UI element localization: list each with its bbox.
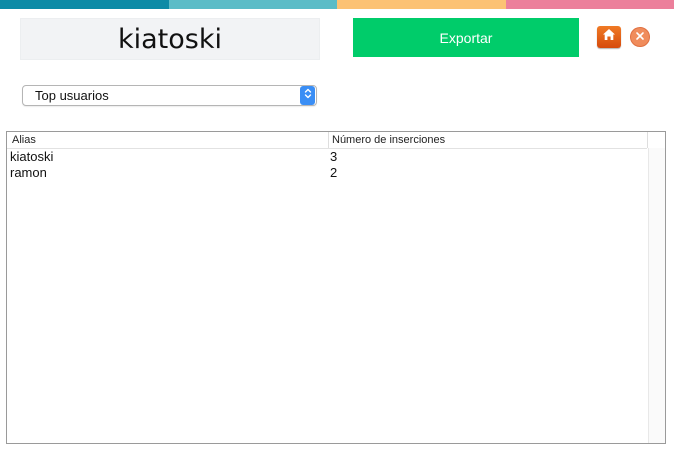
report-select[interactable]: Top usuarios xyxy=(22,85,317,106)
select-stepper[interactable] xyxy=(300,86,315,105)
color-strip xyxy=(0,0,674,9)
strip-segment-4 xyxy=(505,0,674,9)
export-button[interactable]: Exportar xyxy=(353,18,579,57)
cell-insertions: 3 xyxy=(330,149,338,164)
close-icon xyxy=(635,28,645,46)
strip-segment-2 xyxy=(168,0,337,9)
table-header: Alias Número de inserciones xyxy=(7,132,648,149)
header-end-divider xyxy=(647,132,648,148)
column-header-alias[interactable]: Alias xyxy=(12,132,36,148)
cell-alias: ramon xyxy=(10,165,47,180)
cell-alias: kiatoski xyxy=(10,149,54,164)
username-display: kiatoski xyxy=(20,18,320,60)
cell-insertions: 2 xyxy=(330,165,338,180)
strip-segment-3 xyxy=(337,0,506,9)
home-icon xyxy=(602,28,616,46)
close-button[interactable] xyxy=(630,27,650,47)
table-body: kiatoski 3 ramon 2 xyxy=(7,149,647,181)
table-row[interactable]: ramon 2 xyxy=(7,165,647,181)
table-row[interactable]: kiatoski 3 xyxy=(7,149,647,165)
strip-segment-1 xyxy=(0,0,169,9)
results-table: Alias Número de inserciones kiatoski 3 r… xyxy=(6,131,666,444)
column-header-insertions[interactable]: Número de inserciones xyxy=(332,132,445,148)
report-select-value: Top usuarios xyxy=(35,88,109,103)
chevron-updown-icon xyxy=(304,87,312,105)
home-button[interactable] xyxy=(597,26,621,48)
column-divider[interactable] xyxy=(328,132,329,148)
vertical-scrollbar[interactable] xyxy=(648,148,665,443)
